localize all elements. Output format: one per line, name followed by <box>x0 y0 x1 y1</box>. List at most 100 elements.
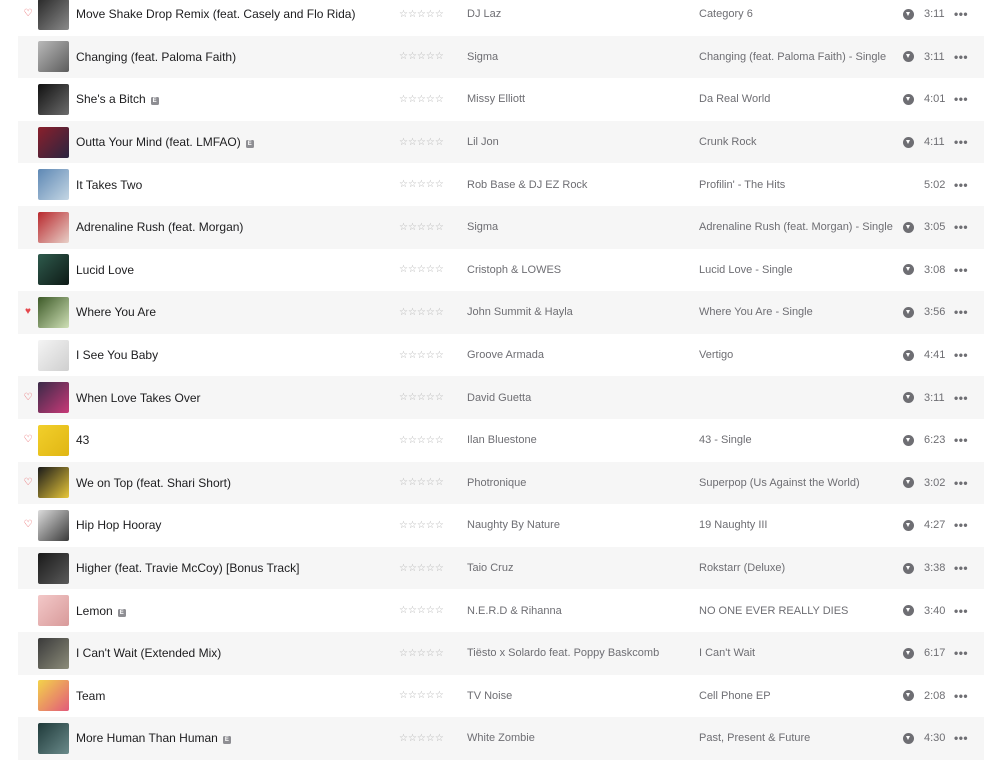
more-options-icon[interactable]: ••• <box>954 476 968 490</box>
track-row[interactable]: ♥ Where You Are ☆☆☆☆☆ John Summit & Hayla Wh… <box>18 291 984 334</box>
track-row[interactable]: Team ☆☆☆☆☆ TV Noise Cell Phone EP 2:08 ••• <box>18 675 984 718</box>
rating-stars-icon[interactable]: ☆☆☆☆☆ <box>399 51 444 62</box>
track-artist[interactable]: Photronique <box>467 477 526 489</box>
album-artwork[interactable] <box>38 211 69 243</box>
track-album[interactable]: Da Real World <box>699 93 770 105</box>
more-options-icon[interactable]: ••• <box>954 731 968 745</box>
more-options-icon[interactable]: ••• <box>954 518 968 532</box>
heart-outline-icon[interactable]: ♡ <box>22 9 34 19</box>
track-album[interactable]: Profilin' - The Hits <box>699 179 785 191</box>
album-artwork[interactable] <box>38 254 69 286</box>
album-artwork[interactable] <box>38 169 69 201</box>
track-album[interactable]: Past, Present & Future <box>699 732 810 744</box>
track-artist[interactable]: Cristoph & LOWES <box>467 264 561 276</box>
track-artist[interactable]: Ilan Bluestone <box>467 434 537 446</box>
rating-stars-icon[interactable]: ☆☆☆☆☆ <box>399 520 444 531</box>
rating-stars-icon[interactable]: ☆☆☆☆☆ <box>399 648 444 659</box>
track-row[interactable]: ♡ 43 ☆☆☆☆☆ Ilan Bluestone 43 - Single 6:23 ••• <box>18 419 984 462</box>
more-options-icon[interactable]: ••• <box>954 391 968 405</box>
track-artist[interactable]: Tiësto x Solardo feat. Poppy Baskcomb <box>467 647 659 659</box>
track-row[interactable]: Lemon E ☆☆☆☆☆ N.E.R.D & Rihanna NO ONE EVER … <box>18 589 984 632</box>
track-row[interactable]: I See You Baby ☆☆☆☆☆ Groove Armada Vertigo 4… <box>18 334 984 377</box>
track-row[interactable]: More Human Than Human E ☆☆☆☆☆ White Zombie P… <box>18 717 984 760</box>
track-artist[interactable]: Sigma <box>467 221 498 233</box>
track-artist[interactable]: Sigma <box>467 51 498 63</box>
rating-stars-icon[interactable]: ☆☆☆☆☆ <box>399 733 444 744</box>
track-artist[interactable]: John Summit & Hayla <box>467 306 573 318</box>
track-album[interactable]: Crunk Rock <box>699 136 756 148</box>
album-artwork[interactable] <box>38 424 69 456</box>
track-artist[interactable]: Taio Cruz <box>467 562 513 574</box>
track-row[interactable]: She's a Bitch E ☆☆☆☆☆ Missy Elliott Da Real … <box>18 78 984 121</box>
heart-outline-icon[interactable]: ♡ <box>22 520 34 530</box>
track-row[interactable]: It Takes Two ☆☆☆☆☆ Rob Base & DJ EZ Rock Pr… <box>18 163 984 206</box>
track-album[interactable]: Where You Are - Single <box>699 306 813 318</box>
heart-outline-icon[interactable]: ♡ <box>22 435 34 445</box>
track-album[interactable]: Adrenaline Rush (feat. Morgan) - Single <box>699 221 893 233</box>
more-options-icon[interactable]: ••• <box>954 433 968 447</box>
more-options-icon[interactable]: ••• <box>954 92 968 106</box>
track-album[interactable]: I Can't Wait <box>699 647 755 659</box>
more-options-icon[interactable]: ••• <box>954 348 968 362</box>
track-artist[interactable]: N.E.R.D & Rihanna <box>467 605 562 617</box>
heart-filled-icon[interactable]: ♥ <box>22 307 34 317</box>
track-artist[interactable]: Lil Jon <box>467 136 499 148</box>
track-row[interactable]: Lucid Love ☆☆☆☆☆ Cristoph & LOWES Lucid Lov… <box>18 249 984 292</box>
heart-outline-icon[interactable]: ♡ <box>22 477 34 488</box>
rating-stars-icon[interactable]: ☆☆☆☆☆ <box>399 435 444 446</box>
heart-outline-icon[interactable]: ♡ <box>22 392 34 403</box>
track-album[interactable]: Category 6 <box>699 8 753 20</box>
album-artwork[interactable] <box>38 637 69 669</box>
track-row[interactable]: ♡ Move Shake Drop Remix (feat. Casely and… <box>18 0 984 36</box>
album-artwork[interactable] <box>38 467 69 499</box>
track-row[interactable]: ♡ When Love Takes Over ☆☆☆☆☆ David Guetta 3:… <box>18 376 984 419</box>
more-options-icon[interactable]: ••• <box>954 220 968 234</box>
track-artist[interactable]: Missy Elliott <box>467 93 525 105</box>
track-row[interactable]: ♡ Hip Hop Hooray ☆☆☆☆☆ Naughty By Nature 19 … <box>18 504 984 547</box>
track-album[interactable]: 43 - Single <box>699 434 752 446</box>
rating-stars-icon[interactable]: ☆☆☆☆☆ <box>399 307 444 318</box>
rating-stars-icon[interactable]: ☆☆☆☆☆ <box>399 137 444 148</box>
album-artwork[interactable] <box>38 509 69 541</box>
track-row[interactable]: ♡ We on Top (feat. Shari Short) ☆☆☆☆☆ Photr… <box>18 461 984 505</box>
rating-stars-icon[interactable]: ☆☆☆☆☆ <box>399 94 444 105</box>
track-album[interactable]: Vertigo <box>699 349 733 361</box>
track-artist[interactable]: Naughty By Nature <box>467 519 560 531</box>
album-artwork[interactable] <box>38 680 69 712</box>
rating-stars-icon[interactable]: ☆☆☆☆☆ <box>399 690 444 701</box>
rating-stars-icon[interactable]: ☆☆☆☆☆ <box>399 350 444 361</box>
track-album[interactable]: Changing (feat. Paloma Faith) - Single <box>699 51 886 63</box>
rating-stars-icon[interactable]: ☆☆☆☆☆ <box>399 563 444 574</box>
track-row[interactable]: I Can't Wait (Extended Mix) ☆☆☆☆☆ Tiësto x… <box>18 631 984 675</box>
track-artist[interactable]: Rob Base & DJ EZ Rock <box>467 179 587 191</box>
album-artwork[interactable] <box>38 0 69 30</box>
more-options-icon[interactable]: ••• <box>954 135 968 149</box>
rating-stars-icon[interactable]: ☆☆☆☆☆ <box>399 605 444 616</box>
track-artist[interactable]: David Guetta <box>467 392 531 404</box>
track-row[interactable]: Changing (feat. Paloma Faith) ☆☆☆☆☆ Sigma C… <box>18 35 984 79</box>
more-options-icon[interactable]: ••• <box>954 689 968 703</box>
album-artwork[interactable] <box>38 339 69 371</box>
more-options-icon[interactable]: ••• <box>954 178 968 192</box>
rating-stars-icon[interactable]: ☆☆☆☆☆ <box>399 392 444 403</box>
track-album[interactable]: NO ONE EVER REALLY DIES <box>699 605 848 617</box>
album-artwork[interactable] <box>38 595 69 627</box>
track-row[interactable]: Adrenaline Rush (feat. Morgan) ☆☆☆☆☆ Sigma… <box>18 205 984 249</box>
track-row[interactable]: Higher (feat. Travie McCoy) [Bonus Track… <box>18 546 984 590</box>
more-options-icon[interactable]: ••• <box>954 263 968 277</box>
album-artwork[interactable] <box>38 722 69 754</box>
track-album[interactable]: Superpop (Us Against the World) <box>699 477 860 489</box>
album-artwork[interactable] <box>38 296 69 328</box>
track-album[interactable]: Lucid Love - Single <box>699 264 793 276</box>
rating-stars-icon[interactable]: ☆☆☆☆☆ <box>399 9 444 20</box>
track-artist[interactable]: DJ Laz <box>467 8 501 20</box>
more-options-icon[interactable]: ••• <box>954 305 968 319</box>
more-options-icon[interactable]: ••• <box>954 561 968 575</box>
album-artwork[interactable] <box>38 41 69 73</box>
rating-stars-icon[interactable]: ☆☆☆☆☆ <box>399 477 444 488</box>
album-artwork[interactable] <box>38 83 69 115</box>
album-artwork[interactable] <box>38 552 69 584</box>
track-artist[interactable]: TV Noise <box>467 690 512 702</box>
track-row[interactable]: Outta Your Mind (feat. LMFAO) E ☆☆☆☆☆ Lil J… <box>18 120 984 164</box>
more-options-icon[interactable]: ••• <box>954 7 968 21</box>
